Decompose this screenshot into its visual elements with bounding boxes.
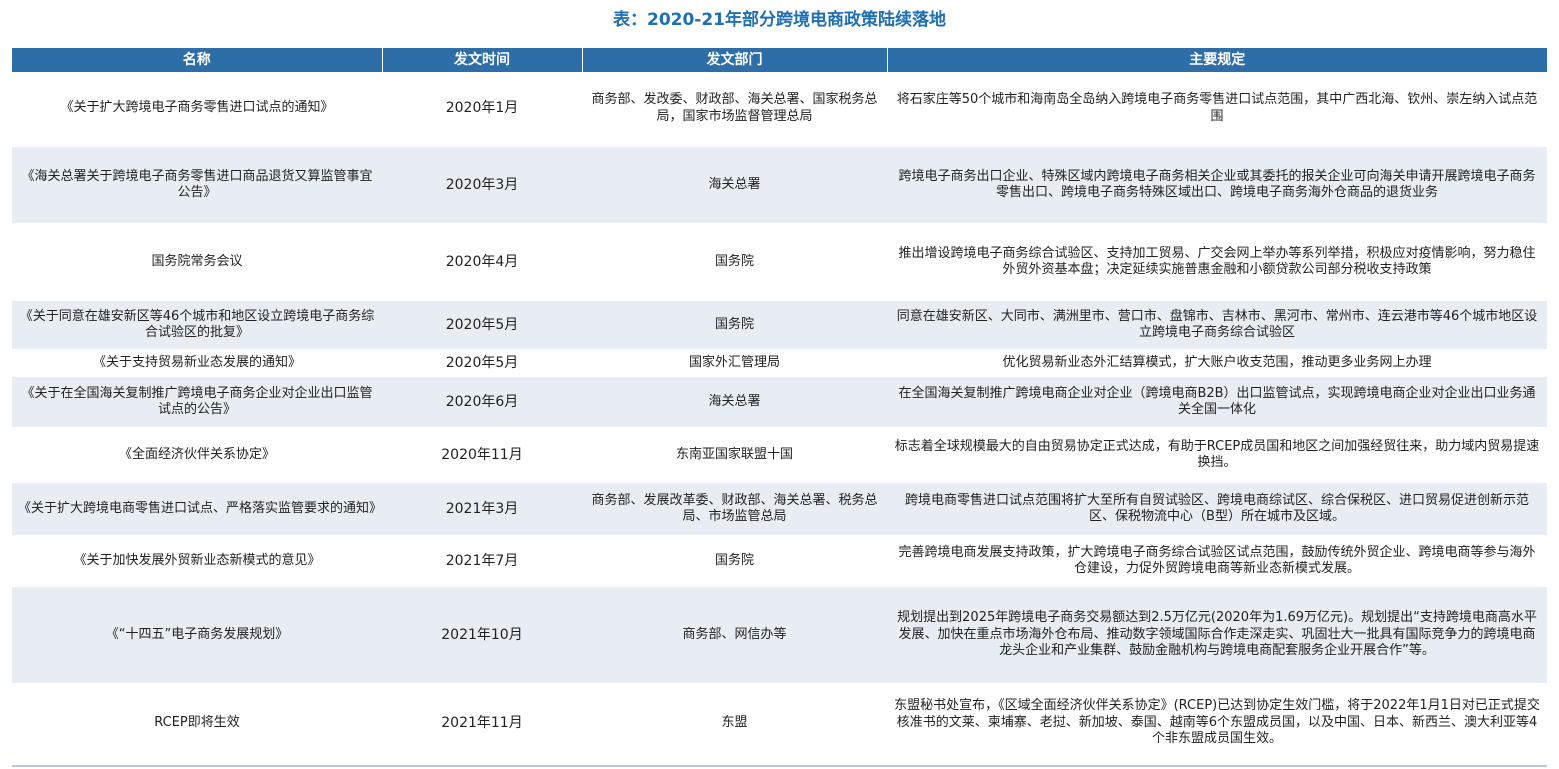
date-cell: 2021年3月 <box>382 482 582 537</box>
rules-cell: 在全国海关复制推广跨境电商企业对企业（跨境电商B2B）出口监管试点，实现跨境电商… <box>887 376 1547 429</box>
dept-cell: 国务院 <box>582 224 887 301</box>
table-row: 《海关总署关于跨境电子商务零售进口商品退货又算监管事宜公告》 2020年3月 海… <box>12 146 1547 225</box>
table-row: 《全面经济伙伴关系协定》 2020年11月 东南亚国家联盟十国 标志着全球规模最… <box>12 428 1547 483</box>
policy-name-cell: 国务院常务会议 <box>12 224 382 301</box>
date-cell: 2020年3月 <box>382 146 582 225</box>
rules-cell: 完善跨境电商发展支持政策，扩大跨境电子商务综合试验区试点范围，鼓励传统外贸企业、… <box>887 536 1547 587</box>
table-row: 《关于扩大跨境电商零售进口试点、严格落实监管要求的通知》 2021年3月 商务部… <box>12 482 1547 537</box>
dept-cell: 国务院 <box>582 300 887 351</box>
table-row: 《关于同意在雄安新区等46个城市和地区设立跨境电子商务综合试验区的批复》 202… <box>12 300 1547 351</box>
dept-cell: 海关总署 <box>582 146 887 225</box>
dept-cell: 国家外汇管理局 <box>582 350 887 377</box>
bottom-divider <box>12 765 1547 767</box>
date-cell: 2020年1月 <box>382 72 582 147</box>
table-row: 《关于加快发展外贸新业态新模式的意见》 2021年7月 国务院 完善跨境电商发展… <box>12 536 1547 587</box>
table-row: 《关于支持贸易新业态发展的通知》 2020年5月 国家外汇管理局 优化贸易新业态… <box>12 350 1547 377</box>
column-header-name: 名称 <box>12 48 383 72</box>
policy-name-cell: 《关于扩大跨境电商零售进口试点、严格落实监管要求的通知》 <box>12 482 382 537</box>
date-cell: 2020年5月 <box>382 300 582 351</box>
policy-name-cell: 《关于同意在雄安新区等46个城市和地区设立跨境电子商务综合试验区的批复》 <box>12 300 382 351</box>
table-title: 表：2020-21年部分跨境电商政策陆续落地 <box>612 10 947 30</box>
dept-cell: 商务部、网信办等 <box>582 586 887 685</box>
rules-cell: 跨境电子商务出口企业、特殊区域内跨境电子商务相关企业或其委托的报关企业可向海关申… <box>887 146 1547 225</box>
date-cell: 2021年11月 <box>382 684 582 763</box>
date-cell: 2020年6月 <box>382 376 582 429</box>
dept-cell: 东盟 <box>582 684 887 763</box>
date-cell: 2021年10月 <box>382 586 582 685</box>
policy-name-cell: 《海关总署关于跨境电子商务零售进口商品退货又算监管事宜公告》 <box>12 146 382 225</box>
date-cell: 2020年5月 <box>382 350 582 377</box>
dept-cell: 国务院 <box>582 536 887 587</box>
policy-table: 名称 发文时间 发文部门 主要规定 《关于扩大跨境电子商务零售进口试点的通知》 … <box>12 48 1547 763</box>
policy-name-cell: 《“十四五”电子商务发展规划》 <box>12 586 382 685</box>
rules-cell: 标志着全球规模最大的自由贸易协定正式达成，有助于RCEP成员国和地区之间加强经贸… <box>887 428 1547 483</box>
header-row: 名称 发文时间 发文部门 主要规定 <box>12 48 1547 72</box>
policy-name-cell: 《关于在全国海关复制推广跨境电子商务企业对企业出口监管试点的公告》 <box>12 376 382 429</box>
table-row: 《关于在全国海关复制推广跨境电子商务企业对企业出口监管试点的公告》 2020年6… <box>12 376 1547 429</box>
policy-name-cell: 《全面经济伙伴关系协定》 <box>12 428 382 483</box>
dept-cell: 商务部、发展改革委、财政部、海关总署、税务总局、市场监管总局 <box>582 482 887 537</box>
date-cell: 2020年4月 <box>382 224 582 301</box>
rules-cell: 推出增设跨境电子商务综合试验区、支持加工贸易、广交会网上举办等系列举措，积极应对… <box>887 224 1547 301</box>
rules-cell: 东盟秘书处宣布，《区域全面经济伙伴关系协定》(RCEP)已达到协定生效门槛，将于… <box>887 684 1547 763</box>
rules-cell: 将石家庄等50个城市和海南岛全岛纳入跨境电子商务零售进口试点范围，其中广西北海、… <box>887 72 1547 147</box>
rules-cell: 优化贸易新业态外汇结算模式，扩大账户收支范围，推动更多业务网上办理 <box>887 350 1547 377</box>
policy-name-cell: 《关于扩大跨境电子商务零售进口试点的通知》 <box>12 72 382 147</box>
date-cell: 2021年7月 <box>382 536 582 587</box>
dept-cell: 东南亚国家联盟十国 <box>582 428 887 483</box>
table-row: RCEP即将生效 2021年11月 东盟 东盟秘书处宣布，《区域全面经济伙伴关系… <box>12 684 1547 763</box>
table-row: 《“十四五”电子商务发展规划》 2021年10月 商务部、网信办等 规划提出到2… <box>12 586 1547 685</box>
date-cell: 2020年11月 <box>382 428 582 483</box>
column-header-dept: 发文部门 <box>582 48 888 72</box>
column-header-rules: 主要规定 <box>887 48 1547 72</box>
policy-name-cell: 《关于加快发展外贸新业态新模式的意见》 <box>12 536 382 587</box>
rules-cell: 同意在雄安新区、大同市、满洲里市、营口市、盘锦市、吉林市、黑河市、常州市、连云港… <box>887 300 1547 351</box>
dept-cell: 商务部、发改委、财政部、海关总署、国家税务总局，国家市场监督管理总局 <box>582 72 887 147</box>
table-row: 国务院常务会议 2020年4月 国务院 推出增设跨境电子商务综合试验区、支持加工… <box>12 224 1547 301</box>
dept-cell: 海关总署 <box>582 376 887 429</box>
policy-name-cell: 《关于支持贸易新业态发展的通知》 <box>12 350 382 377</box>
table-row: 《关于扩大跨境电子商务零售进口试点的通知》 2020年1月 商务部、发改委、财政… <box>12 72 1547 147</box>
policy-name-cell: RCEP即将生效 <box>12 684 382 763</box>
column-header-date: 发文时间 <box>382 48 583 72</box>
rules-cell: 跨境电商零售进口试点范围将扩大至所有自贸试验区、跨境电商综试区、综合保税区、进口… <box>887 482 1547 537</box>
rules-cell: 规划提出到2025年跨境电子商务交易额达到2.5万亿元(2020年为1.69万亿… <box>887 586 1547 685</box>
